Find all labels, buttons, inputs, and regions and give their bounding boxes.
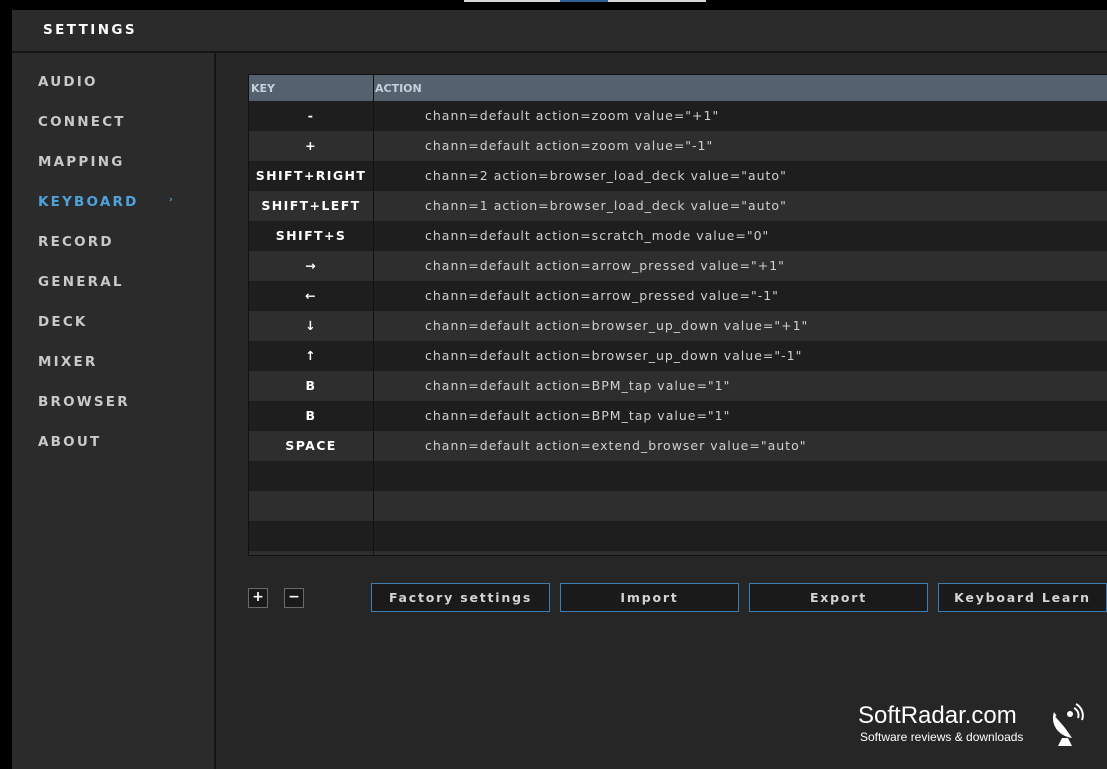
table-row[interactable]: ↑ chann=default action=browser_up_down va… bbox=[249, 341, 1107, 371]
table-row[interactable]: ← chann=default action=arrow_pressed valu… bbox=[249, 281, 1107, 311]
empty-table-row bbox=[249, 491, 1107, 521]
key-cell: B bbox=[305, 408, 317, 423]
action-cell: chann=default action=arrow_pressed value… bbox=[425, 288, 779, 303]
sidebar-item-keyboard[interactable]: KEYBOARD › bbox=[38, 194, 198, 214]
sidebar-item-deck[interactable]: DECK bbox=[38, 314, 198, 334]
sidebar-item-record[interactable]: RECORD bbox=[38, 234, 198, 254]
action-cell: chann=1 action=browser_load_deck value="… bbox=[425, 198, 787, 213]
key-cell: + bbox=[305, 138, 317, 153]
sidebar-item-connect[interactable]: CONNECT bbox=[38, 114, 198, 134]
empty-table-row bbox=[249, 461, 1107, 491]
key-cell: ↓ bbox=[305, 318, 317, 333]
table-row[interactable]: SHIFT+LEFT chann=1 action=browser_load_de… bbox=[249, 191, 1107, 221]
table-row[interactable]: SHIFT+RIGHT chann=2 action=browser_load_d… bbox=[249, 161, 1107, 191]
key-cell: SHIFT+LEFT bbox=[261, 198, 361, 213]
sidebar-item-audio[interactable]: AUDIO bbox=[38, 74, 198, 94]
table-row[interactable]: SHIFT+S chann=default action=scratch_mode… bbox=[249, 221, 1107, 251]
export-button[interactable]: Export bbox=[749, 583, 928, 612]
table-row[interactable]: + chann=default action=zoom value="-1" bbox=[249, 131, 1107, 161]
settings-window: SETTINGS AUDIO CONNECT MAPPING KEYBOARD ›… bbox=[12, 10, 1107, 769]
sidebar-item-about[interactable]: ABOUT bbox=[38, 434, 198, 454]
action-cell: chann=2 action=browser_load_deck value="… bbox=[425, 168, 787, 183]
table-row[interactable]: ↓ chann=default action=browser_up_down va… bbox=[249, 311, 1107, 341]
keyboard-mapping-table: KEY ACTION - chann=default action=zoom va… bbox=[248, 74, 1107, 556]
add-mapping-button[interactable]: + bbox=[248, 588, 268, 608]
satellite-dish-icon bbox=[1052, 703, 1084, 746]
table-row[interactable]: SPACE chann=default action=extend_browser… bbox=[249, 431, 1107, 461]
action-cell: chann=default action=browser_up_down val… bbox=[425, 348, 803, 363]
softradar-watermark: SoftRadar.com Software reviews & downloa… bbox=[858, 702, 1098, 748]
sidebar-item-label: MIXER bbox=[38, 354, 98, 370]
table-row[interactable]: Bchann=default action=BPM_tap value="1" bbox=[249, 401, 1107, 431]
sidebar-item-mapping[interactable]: MAPPING bbox=[38, 154, 198, 174]
key-cell: ↑ bbox=[305, 348, 317, 363]
sidebar-item-browser[interactable]: BROWSER bbox=[38, 394, 198, 414]
sidebar-item-label: MAPPING bbox=[38, 154, 125, 170]
keyboard-settings-panel: KEY ACTION - chann=default action=zoom va… bbox=[216, 53, 1107, 769]
table-header: KEY ACTION bbox=[249, 75, 1107, 101]
sidebar-item-label: CONNECT bbox=[38, 114, 126, 130]
sidebar-item-label: AUDIO bbox=[38, 74, 98, 90]
keyboard-learn-button[interactable]: Keyboard Learn bbox=[938, 583, 1107, 612]
sidebar-item-label: ABOUT bbox=[38, 434, 102, 450]
key-cell: SPACE bbox=[285, 438, 337, 453]
import-button[interactable]: Import bbox=[560, 583, 739, 612]
sidebar-item-label: GENERAL bbox=[38, 274, 124, 290]
chevron-right-icon: › bbox=[169, 195, 173, 205]
column-header-action: ACTION bbox=[375, 82, 422, 95]
action-cell: chann=default action=arrow_pressed value… bbox=[425, 258, 785, 273]
watermark-subtitle: Software reviews & downloads bbox=[860, 730, 1024, 744]
action-cell: chann=default action=scratch_mode value=… bbox=[425, 228, 770, 243]
sidebar-item-label: BROWSER bbox=[38, 394, 130, 410]
key-cell: → bbox=[305, 258, 317, 273]
watermark-title: SoftRadar.com bbox=[858, 702, 1017, 729]
table-row[interactable]: Bchann=default action=BPM_tap value="1" bbox=[249, 371, 1107, 401]
action-cell: chann=default action=BPM_tap value="1" bbox=[425, 408, 731, 423]
column-header-key: KEY bbox=[251, 82, 276, 95]
sidebar-item-general[interactable]: GENERAL bbox=[38, 274, 198, 294]
top-tab-active-indicator bbox=[560, 0, 608, 2]
table-row[interactable]: → chann=default action=arrow_pressed valu… bbox=[249, 251, 1107, 281]
action-cell: chann=default action=extend_browser valu… bbox=[425, 438, 807, 453]
key-cell: - bbox=[307, 108, 315, 123]
key-cell: ← bbox=[305, 288, 317, 303]
action-cell: chann=default action=zoom value="-1" bbox=[425, 138, 714, 153]
action-cell: chann=default action=zoom value="+1" bbox=[425, 108, 720, 123]
key-cell: B bbox=[305, 378, 317, 393]
action-cell: chann=default action=browser_up_down val… bbox=[425, 318, 809, 333]
sidebar-item-label: RECORD bbox=[38, 234, 114, 250]
factory-settings-button[interactable]: Factory settings bbox=[371, 583, 550, 612]
settings-sidebar: AUDIO CONNECT MAPPING KEYBOARD › RECORD G… bbox=[12, 53, 216, 769]
table-row[interactable]: - chann=default action=zoom value="+1" bbox=[249, 101, 1107, 131]
action-cell: chann=default action=BPM_tap value="1" bbox=[425, 378, 731, 393]
settings-header: SETTINGS bbox=[12, 10, 1107, 53]
remove-mapping-button[interactable]: − bbox=[284, 588, 304, 608]
key-cell: SHIFT+S bbox=[275, 228, 347, 243]
page-title: SETTINGS bbox=[43, 22, 137, 38]
sidebar-item-label: DECK bbox=[38, 314, 88, 330]
key-cell: SHIFT+RIGHT bbox=[255, 168, 367, 183]
sidebar-item-label: KEYBOARD bbox=[38, 194, 139, 210]
column-divider bbox=[373, 75, 374, 555]
sidebar-item-mixer[interactable]: MIXER bbox=[38, 354, 198, 374]
empty-table-row bbox=[249, 521, 1107, 551]
